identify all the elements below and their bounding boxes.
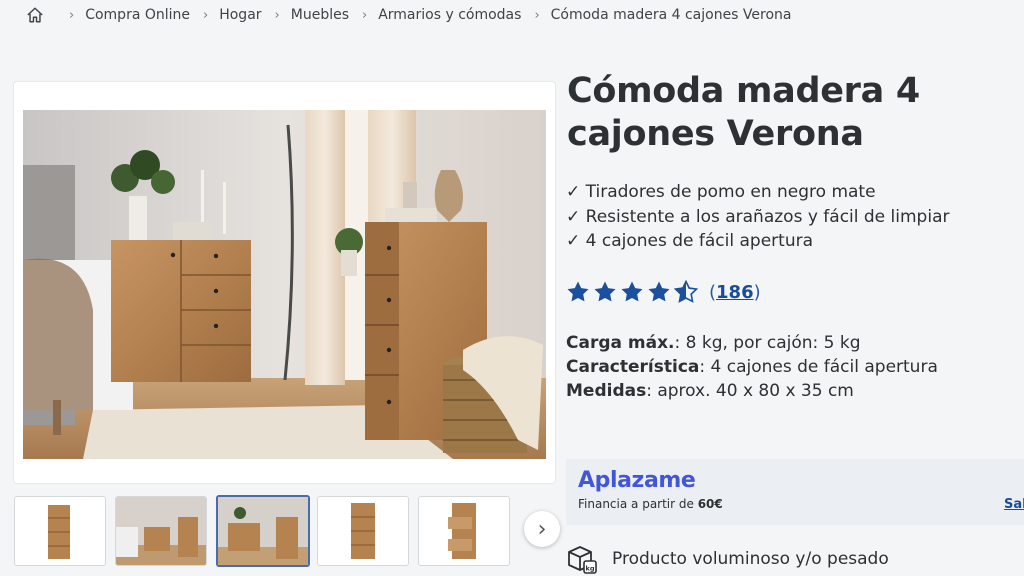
chevron-right-icon: ›	[69, 7, 75, 23]
spec-label: Carga máx.	[566, 333, 675, 353]
thumbnail-2[interactable]	[115, 496, 207, 566]
thumbnail-gallery: ›	[14, 495, 560, 567]
breadcrumb-link-armarios[interactable]: Armarios y cómodas	[378, 7, 521, 23]
feature-list: ✓ Tiradores de pomo en negro mate ✓ Resi…	[566, 180, 949, 254]
product-title: Cómoda madera 4 cajones Verona	[567, 71, 920, 154]
thumbnail-3[interactable]	[216, 495, 310, 567]
breadcrumb-current: Cómoda madera 4 cajones Verona	[550, 7, 792, 23]
star-full-icon	[594, 281, 616, 302]
spec-label: Medidas	[566, 381, 647, 401]
bedroom-scene-illustration	[23, 110, 546, 459]
spec-value: : 8 kg, por cajón: 5 kg	[674, 333, 861, 353]
breadcrumb-link-muebles[interactable]: Muebles	[291, 7, 349, 23]
star-full-icon	[648, 281, 670, 302]
chevron-right-icon: ›	[203, 7, 209, 23]
spec-row: Medidas: aprox. 40 x 80 x 35 cm	[566, 379, 938, 403]
home-icon[interactable]	[26, 6, 44, 24]
svg-text:kg: kg	[586, 565, 595, 573]
chevron-right-icon: ›	[534, 7, 540, 23]
spec-row: Característica: 4 cajones de fácil apert…	[566, 355, 938, 379]
feature-item: ✓ Resistente a los arañazos y fácil de l…	[566, 206, 950, 227]
breadcrumb-link-compra-online[interactable]: Compra Online	[85, 7, 190, 23]
spec-row: Carga máx.: 8 kg, por cajón: 5 kg	[566, 331, 938, 355]
star-full-icon	[567, 281, 589, 302]
paren-open: (	[709, 281, 717, 303]
shipping-notice-text: Producto voluminoso y/o pesado	[612, 549, 889, 569]
product-main-image[interactable]	[23, 110, 546, 459]
thumbnail-4[interactable]	[317, 496, 409, 566]
spec-label: Característica	[566, 357, 700, 377]
star-full-icon	[621, 281, 643, 302]
chevron-right-icon: ›	[362, 7, 368, 23]
breadcrumb: › Compra Online › Hogar › Muebles › Arma…	[26, 4, 792, 26]
feature-item: ✓ Tiradores de pomo en negro mate	[566, 182, 876, 202]
rating[interactable]: (186)	[566, 280, 761, 304]
spec-value: : 4 cajones de fácil apertura	[699, 357, 938, 377]
breadcrumb-link-hogar[interactable]: Hogar	[219, 7, 261, 23]
thumbnail-1[interactable]	[14, 496, 106, 566]
review-count[interactable]: (186)	[709, 282, 761, 303]
paren-close: )	[753, 281, 761, 303]
financing-box: Aplazame Financia a partir de 60€ Sab	[566, 459, 1024, 525]
feature-item: ✓ 4 cajones de fácil apertura	[566, 231, 814, 251]
aplazame-logo: Aplazame	[578, 468, 696, 493]
spec-value: : aprox. 40 x 80 x 35 cm	[646, 381, 854, 401]
review-count-link[interactable]: 186	[716, 282, 754, 303]
star-half-icon	[674, 280, 698, 303]
financing-text: Financia a partir de 60€	[578, 497, 723, 511]
spec-list: Carga máx.: 8 kg, por cajón: 5 kg Caract…	[566, 331, 938, 403]
chevron-right-icon: ›	[274, 7, 280, 23]
heavy-package-icon: kg	[568, 546, 597, 574]
financing-more-link[interactable]: Sab	[1004, 497, 1024, 512]
main-image-card[interactable]	[14, 82, 555, 483]
thumbnail-5[interactable]	[418, 496, 510, 566]
financing-label: Financia a partir de	[578, 497, 698, 511]
financing-amount: 60€	[697, 497, 723, 511]
shipping-notice: kg Producto voluminoso y/o pesado	[566, 543, 889, 575]
gallery-next-button[interactable]: ›	[524, 511, 560, 547]
